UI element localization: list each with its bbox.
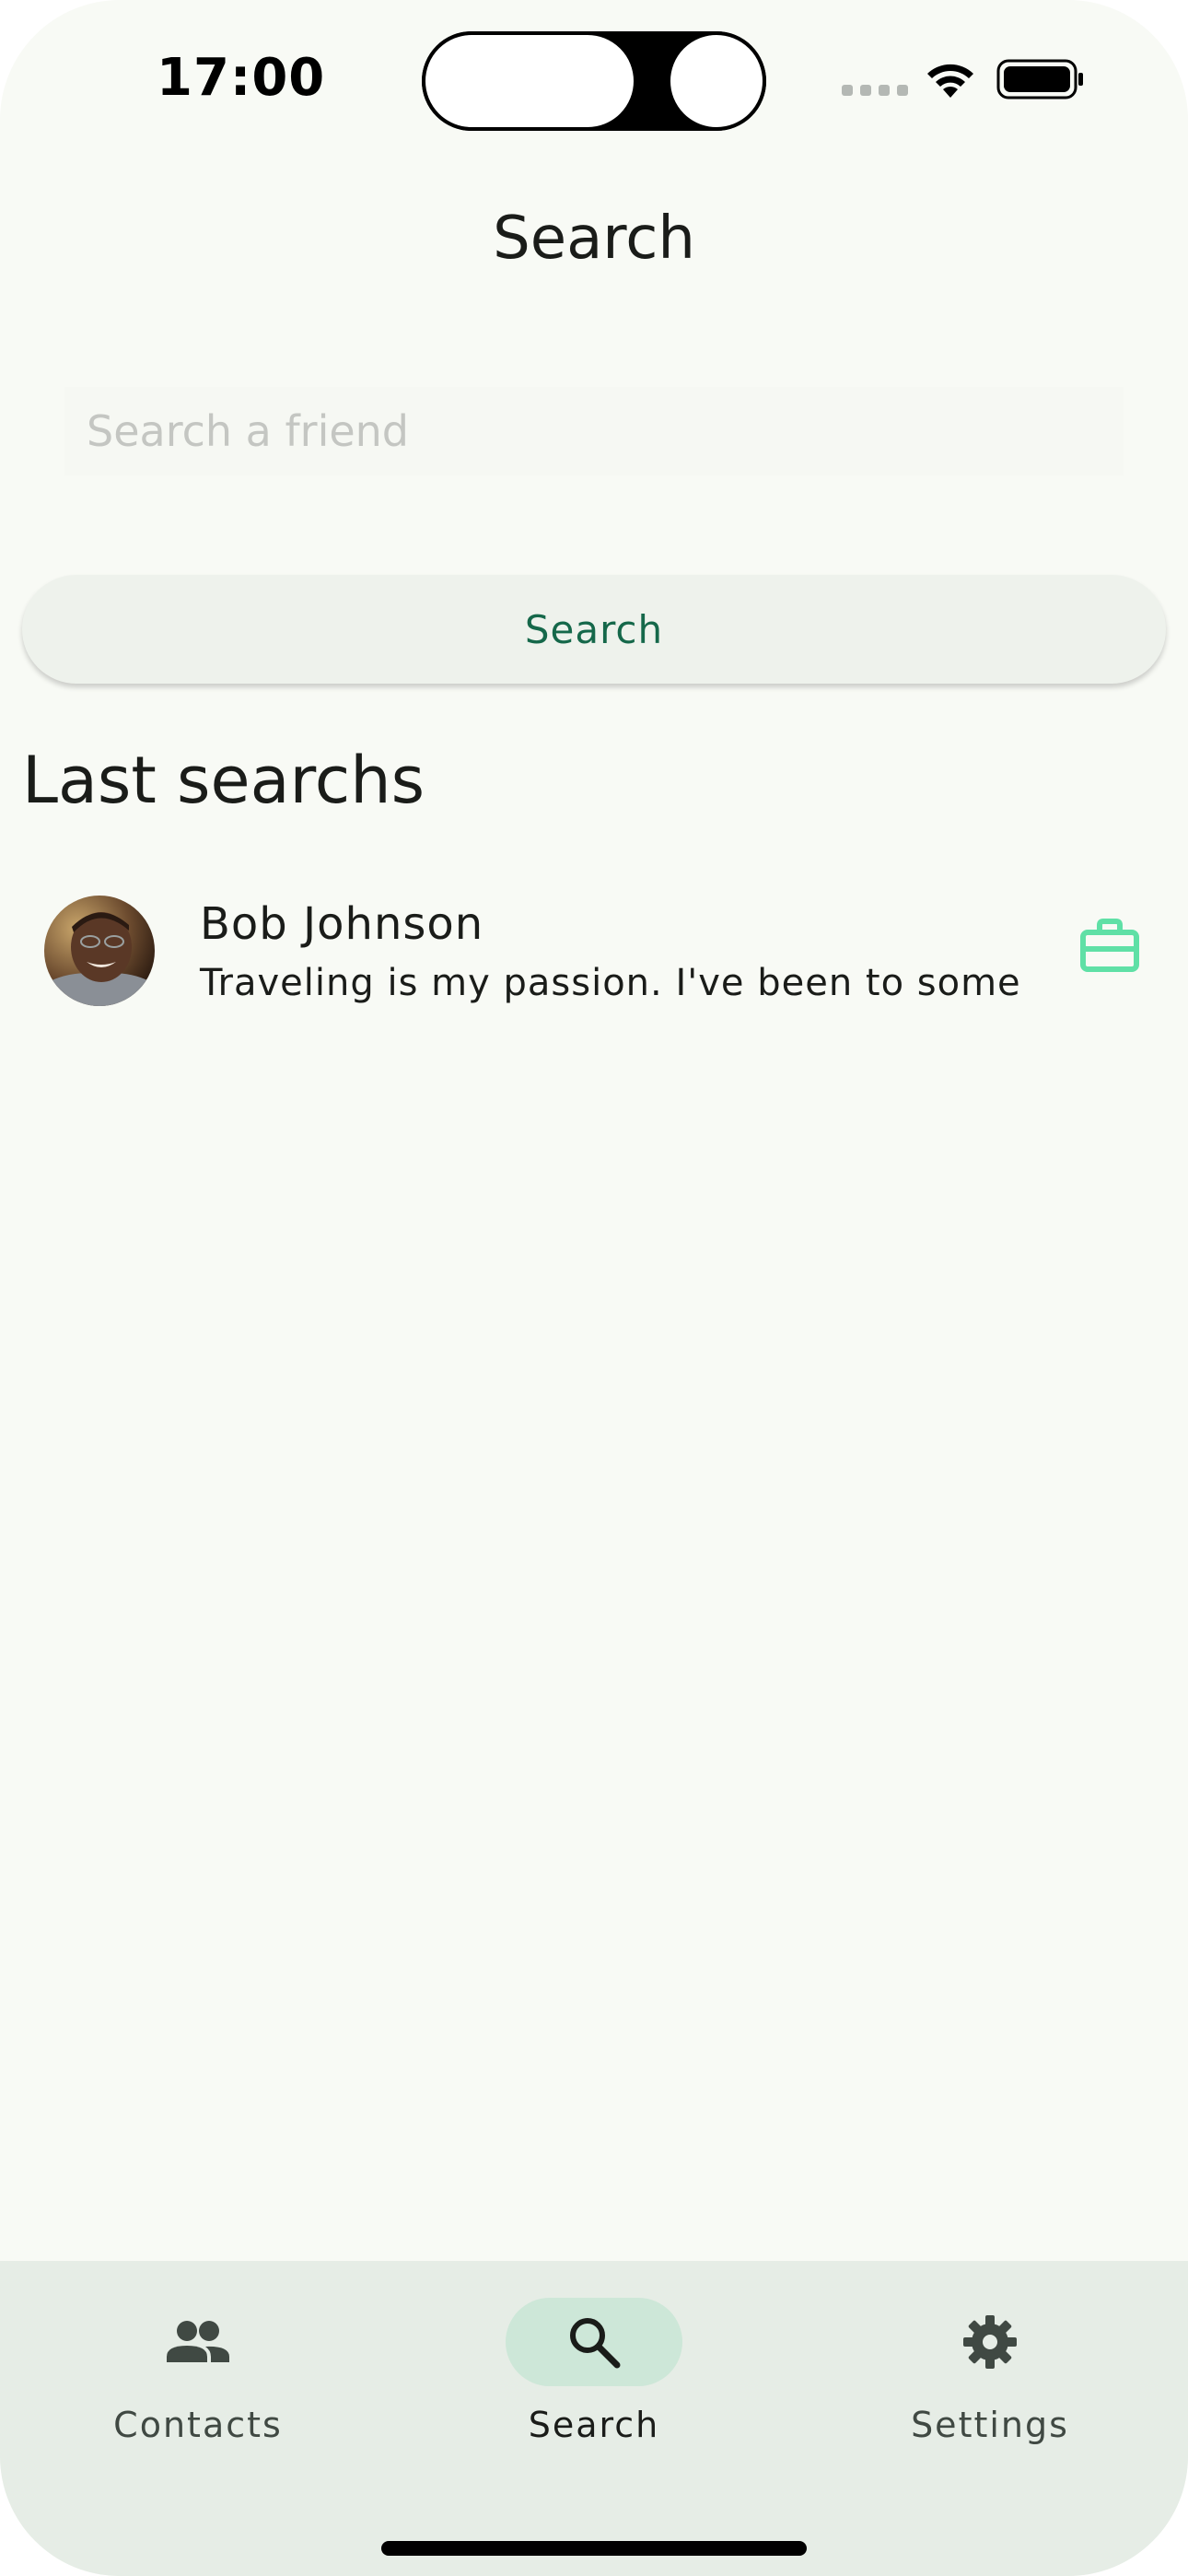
- dynamic-island-camera: [667, 31, 766, 131]
- nav-icon-container: [110, 2298, 286, 2386]
- nav-label-settings: Settings: [911, 2405, 1069, 2445]
- list-item[interactable]: Bob Johnson Traveling is my passion. I'v…: [0, 884, 1188, 1023]
- contact-description: Traveling is my passion. I've been to so…: [200, 962, 1021, 1004]
- contact-name: Bob Johnson: [200, 898, 484, 950]
- battery-icon: [996, 59, 1083, 100]
- avatar: [44, 896, 155, 1006]
- people-icon: [167, 2321, 229, 2362]
- home-indicator[interactable]: [381, 2541, 807, 2556]
- last-searches-heading: Last searchs: [22, 743, 425, 818]
- cellular-signal-icon: [842, 85, 908, 96]
- nav-label-search: Search: [528, 2405, 660, 2445]
- search-input[interactable]: [64, 387, 1124, 475]
- dynamic-island-pill: [422, 31, 637, 131]
- nav-item-contacts[interactable]: Contacts: [60, 2298, 336, 2445]
- nav-icon-container: [902, 2298, 1078, 2386]
- nav-icon-container-active: [506, 2298, 682, 2386]
- phone-screen: 17:00 Search Search Last searchs: [0, 0, 1188, 2576]
- bottom-navigation: Contacts Search Settings: [0, 2261, 1188, 2576]
- nav-item-settings[interactable]: Settings: [852, 2298, 1128, 2445]
- status-time: 17:00: [157, 48, 326, 108]
- nav-label-contacts: Contacts: [113, 2405, 283, 2445]
- search-button-label: Search: [524, 606, 664, 652]
- wifi-icon: [927, 64, 973, 98]
- nav-item-search[interactable]: Search: [456, 2298, 732, 2445]
- search-button[interactable]: Search: [22, 575, 1166, 684]
- page-title: Search: [493, 205, 695, 273]
- gear-icon: [963, 2315, 1017, 2369]
- search-icon: [570, 2318, 621, 2369]
- briefcase-icon[interactable]: [1079, 918, 1140, 973]
